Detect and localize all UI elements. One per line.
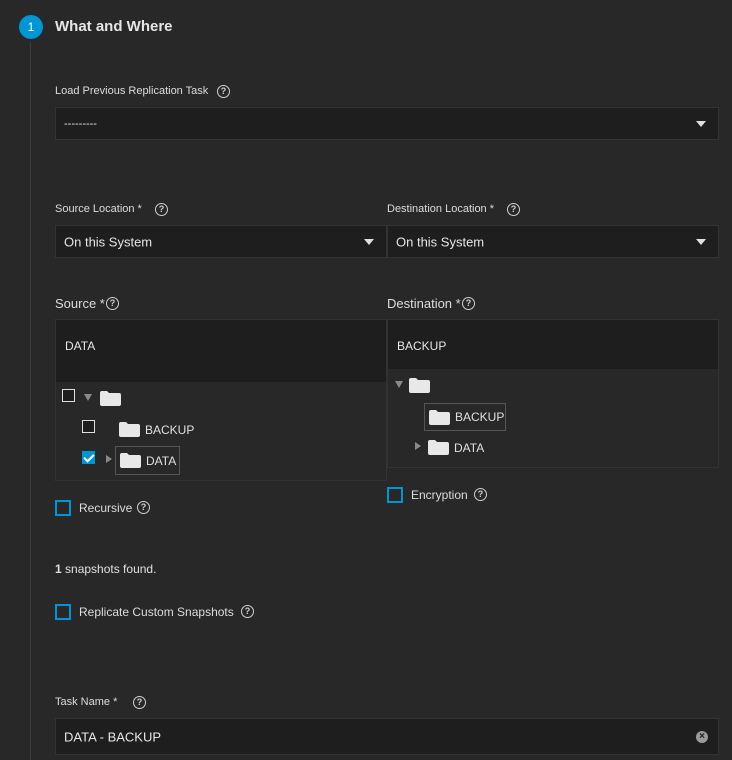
- destination-path-value: BACKUP: [397, 339, 447, 353]
- task-name-label: Task Name *: [55, 696, 118, 708]
- destination-location-value: On this System: [396, 234, 485, 249]
- expand-right-icon[interactable]: [415, 442, 421, 450]
- folder-icon: [119, 422, 140, 437]
- destination-tree-node-data[interactable]: DATA: [454, 441, 484, 455]
- folder-icon: [428, 440, 449, 455]
- source-tree: DATA BACKUP DATA: [55, 319, 387, 481]
- expand-down-icon[interactable]: [395, 381, 403, 388]
- step-title: What and Where: [55, 18, 173, 35]
- folder-icon: [429, 410, 450, 425]
- help-icon[interactable]: ?: [106, 297, 119, 310]
- load-previous-value: ---------: [64, 117, 97, 130]
- source-location-label: Source Location *: [55, 203, 142, 215]
- step-number-badge: 1: [19, 15, 43, 39]
- destination-location-label: Destination Location *: [387, 203, 495, 215]
- snapshots-count: 1: [55, 562, 62, 576]
- recursive-checkbox[interactable]: [55, 500, 71, 516]
- folder-icon: [120, 453, 141, 468]
- encryption-label: Encryption: [411, 488, 468, 502]
- replicate-custom-snapshots-label: Replicate Custom Snapshots: [79, 605, 234, 619]
- source-backup-checkbox[interactable]: [82, 420, 95, 433]
- help-icon[interactable]: ?: [507, 203, 520, 216]
- chevron-down-icon: [364, 238, 374, 245]
- load-previous-select[interactable]: ---------: [55, 107, 719, 140]
- source-tree-node-data-label: DATA: [146, 454, 177, 468]
- source-tree-node-backup[interactable]: BACKUP: [145, 423, 194, 437]
- snapshots-found-text: 1 snapshots found.: [55, 562, 156, 576]
- clear-icon[interactable]: ×: [696, 731, 708, 743]
- source-tree-node-data[interactable]: DATA: [115, 446, 180, 475]
- expand-right-icon[interactable]: [106, 455, 112, 463]
- folder-icon: [100, 391, 121, 406]
- task-name-value: DATA - BACKUP: [64, 729, 162, 744]
- source-root-checkbox[interactable]: [62, 389, 75, 402]
- help-icon[interactable]: ?: [155, 203, 168, 216]
- source-location-value: On this System: [64, 234, 153, 249]
- destination-label: Destination *: [387, 296, 461, 311]
- recursive-label: Recursive: [79, 501, 133, 515]
- source-path-field[interactable]: DATA: [56, 320, 386, 382]
- help-icon[interactable]: ?: [474, 488, 487, 501]
- folder-icon: [409, 378, 430, 393]
- stepper-line: [30, 42, 31, 760]
- destination-tree: BACKUP BACKUP DATA: [387, 319, 719, 468]
- source-data-checkbox[interactable]: [82, 451, 95, 464]
- help-icon[interactable]: ?: [217, 85, 230, 98]
- expand-down-icon[interactable]: [84, 394, 92, 401]
- source-path-value: DATA: [65, 339, 96, 353]
- replicate-custom-snapshots-checkbox[interactable]: [55, 604, 71, 620]
- destination-tree-node-backup[interactable]: BACKUP: [424, 403, 506, 431]
- help-icon[interactable]: ?: [133, 696, 146, 709]
- task-name-input[interactable]: DATA - BACKUP ×: [55, 718, 719, 755]
- snapshots-found-label: snapshots found.: [61, 562, 157, 576]
- help-icon[interactable]: ?: [137, 501, 150, 514]
- load-previous-label: Load Previous Replication Task: [55, 85, 209, 97]
- help-icon[interactable]: ?: [241, 605, 254, 618]
- help-icon[interactable]: ?: [462, 297, 475, 310]
- destination-location-select[interactable]: On this System: [387, 225, 719, 258]
- encryption-checkbox[interactable]: [387, 487, 403, 503]
- source-location-select[interactable]: On this System: [55, 225, 387, 258]
- destination-path-field[interactable]: BACKUP: [388, 320, 718, 369]
- chevron-down-icon: [696, 238, 706, 245]
- source-label: Source *: [55, 296, 105, 311]
- chevron-down-icon: [696, 120, 706, 127]
- destination-tree-node-backup-label: BACKUP: [455, 410, 505, 424]
